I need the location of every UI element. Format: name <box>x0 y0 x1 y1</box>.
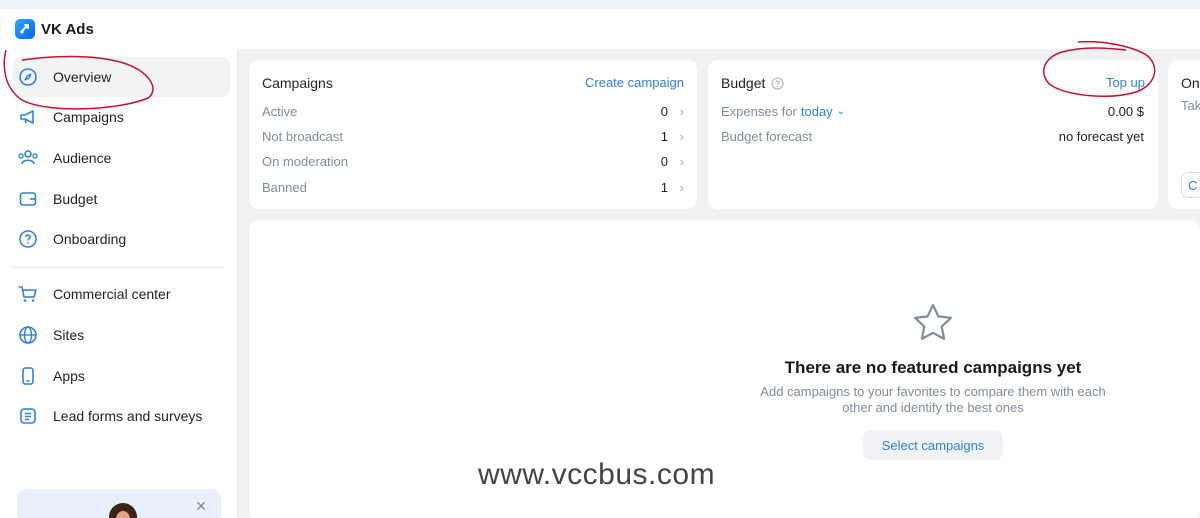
help-icon[interactable] <box>771 77 784 95</box>
budget-card-title: Budget <box>721 75 766 91</box>
expenses-row: Expenses for today ⌄ 0.00 $ <box>721 104 1144 119</box>
app-header: VK Ads <box>0 9 1200 49</box>
onboarding-card: On Tak C <box>1168 60 1200 209</box>
campaign-status-row-not-broadcast[interactable]: Not broadcast 1 › <box>262 129 684 144</box>
sidebar-item-label: Budget <box>53 191 98 207</box>
row-value: 0 <box>660 154 668 169</box>
sidebar-item-sites[interactable]: Sites <box>13 315 230 355</box>
select-campaigns-button[interactable]: Select campaigns <box>863 430 1003 460</box>
wallet-icon <box>16 187 40 211</box>
row-value: 1 <box>660 129 668 144</box>
sidebar-item-audience[interactable]: Audience <box>13 138 230 178</box>
chevron-down-icon[interactable]: ⌄ <box>837 106 845 117</box>
campaigns-card-title: Campaigns <box>262 75 333 91</box>
forecast-label: Budget forecast <box>721 129 813 144</box>
forecast-row: Budget forecast no forecast yet <box>721 129 1144 144</box>
campaign-status-row-banned[interactable]: Banned 1 › <box>262 180 684 195</box>
forecast-value: no forecast yet <box>1058 129 1144 144</box>
sidebar-item-commercial-center[interactable]: Commercial center <box>13 274 230 314</box>
sidebar-item-label: Sites <box>53 327 85 343</box>
sidebar-item-onboarding[interactable]: Onboarding <box>13 219 230 259</box>
avatar-illustration <box>109 503 137 518</box>
sidebar: Overview Campaigns Audience Budget Onboa… <box>0 49 238 518</box>
row-label: Active <box>262 104 298 119</box>
row-value: 1 <box>660 180 668 195</box>
chevron-right-icon: › <box>679 154 684 169</box>
main-content: Campaigns Create campaign Active 0 › Not… <box>238 49 1200 518</box>
chevron-right-icon: › <box>679 129 684 144</box>
compass-icon <box>16 65 40 89</box>
campaigns-card: Campaigns Create campaign Active 0 › Not… <box>249 60 697 209</box>
chevron-right-icon: › <box>679 180 684 195</box>
sidebar-item-label: Onboarding <box>53 231 127 247</box>
people-icon <box>16 146 40 170</box>
sidebar-item-apps[interactable]: Apps <box>13 356 230 396</box>
sidebar-item-label: Campaigns <box>53 109 124 125</box>
campaign-status-row-active[interactable]: Active 0 › <box>262 104 684 119</box>
watermark: www.vccbus.com <box>478 458 716 491</box>
sidebar-item-campaigns[interactable]: Campaigns <box>13 97 230 137</box>
vk-ads-logo-icon[interactable] <box>15 19 35 39</box>
top-up-link[interactable]: Top up <box>1106 75 1145 90</box>
create-campaign-link[interactable]: Create campaign <box>585 75 684 90</box>
brand-name[interactable]: VK Ads <box>41 21 94 38</box>
list-icon <box>16 404 40 428</box>
row-label: Not broadcast <box>262 129 343 144</box>
chevron-right-icon: › <box>679 104 684 119</box>
campaign-status-row-on-moderation[interactable]: On moderation 0 › <box>262 154 684 169</box>
expenses-label: Expenses for <box>721 104 797 119</box>
sidebar-item-label: Lead forms and surveys <box>53 408 203 424</box>
expenses-value: 0.00 $ <box>1107 104 1144 119</box>
globe-icon <box>16 323 40 347</box>
empty-state-subtitle: Add campaigns to your favorites to compa… <box>760 384 1106 415</box>
sidebar-item-label: Apps <box>53 368 85 384</box>
budget-card: Budget Top up Expenses for today ⌄ 0.00 … <box>708 60 1158 209</box>
onboarding-card-text: Tak <box>1181 98 1200 113</box>
row-label: Banned <box>262 180 307 195</box>
period-selector[interactable]: today <box>801 104 833 119</box>
row-value: 0 <box>660 104 668 119</box>
onboarding-card-title: On <box>1181 75 1200 91</box>
row-label: On moderation <box>262 154 348 169</box>
cart-icon <box>16 282 40 306</box>
top-strip <box>0 0 1200 9</box>
question-icon <box>16 227 40 251</box>
close-icon[interactable]: ✕ <box>195 498 207 515</box>
sidebar-divider <box>13 267 224 268</box>
onboarding-card-button[interactable]: C <box>1181 172 1200 198</box>
promo-banner: ✕ <box>17 489 221 518</box>
sidebar-item-overview[interactable]: Overview <box>13 57 230 97</box>
phone-icon <box>16 364 40 388</box>
sidebar-item-label: Audience <box>53 150 112 166</box>
megaphone-icon <box>16 105 40 129</box>
star-icon <box>911 302 955 349</box>
sidebar-item-lead-forms[interactable]: Lead forms and surveys <box>13 396 230 436</box>
sidebar-item-label: Overview <box>53 69 112 85</box>
sidebar-item-budget[interactable]: Budget <box>13 179 230 219</box>
empty-state-title: There are no featured campaigns yet <box>784 358 1082 377</box>
sidebar-item-label: Commercial center <box>53 286 171 302</box>
